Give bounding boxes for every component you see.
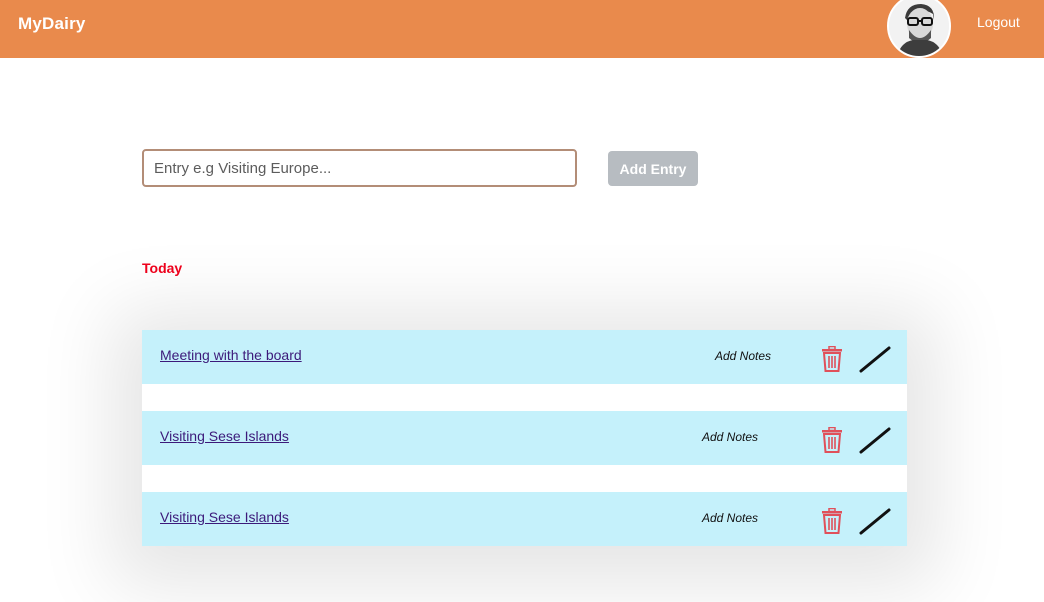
logout-link[interactable]: Logout [977,14,1020,30]
entry-title-link[interactable]: Visiting Sese Islands [160,509,289,525]
add-notes-link[interactable]: Add Notes [715,349,771,363]
trash-icon[interactable] [820,427,844,453]
trash-icon[interactable] [820,346,844,372]
top-navbar: MyDairy Logout [0,0,1044,58]
entry-title-link[interactable]: Meeting with the board [160,347,302,363]
list-item: Meeting with the board Add Notes [142,330,907,384]
brand-logo[interactable]: MyDairy [18,14,86,34]
add-notes-link[interactable]: Add Notes [702,430,758,444]
avatar-portrait [889,0,949,56]
pen-icon[interactable] [858,507,892,535]
pen-icon[interactable] [858,345,892,373]
section-title-today: Today [142,260,183,276]
list-item: Visiting Sese Islands Add Notes [142,411,907,465]
list-item: Visiting Sese Islands Add Notes [142,492,907,546]
entry-title-link[interactable]: Visiting Sese Islands [160,428,289,444]
entry-input[interactable] [142,149,577,187]
add-entry-button[interactable]: Add Entry [608,151,698,186]
user-avatar-icon[interactable] [887,0,951,58]
trash-icon[interactable] [820,508,844,534]
add-notes-link[interactable]: Add Notes [702,511,758,525]
pen-icon[interactable] [858,426,892,454]
